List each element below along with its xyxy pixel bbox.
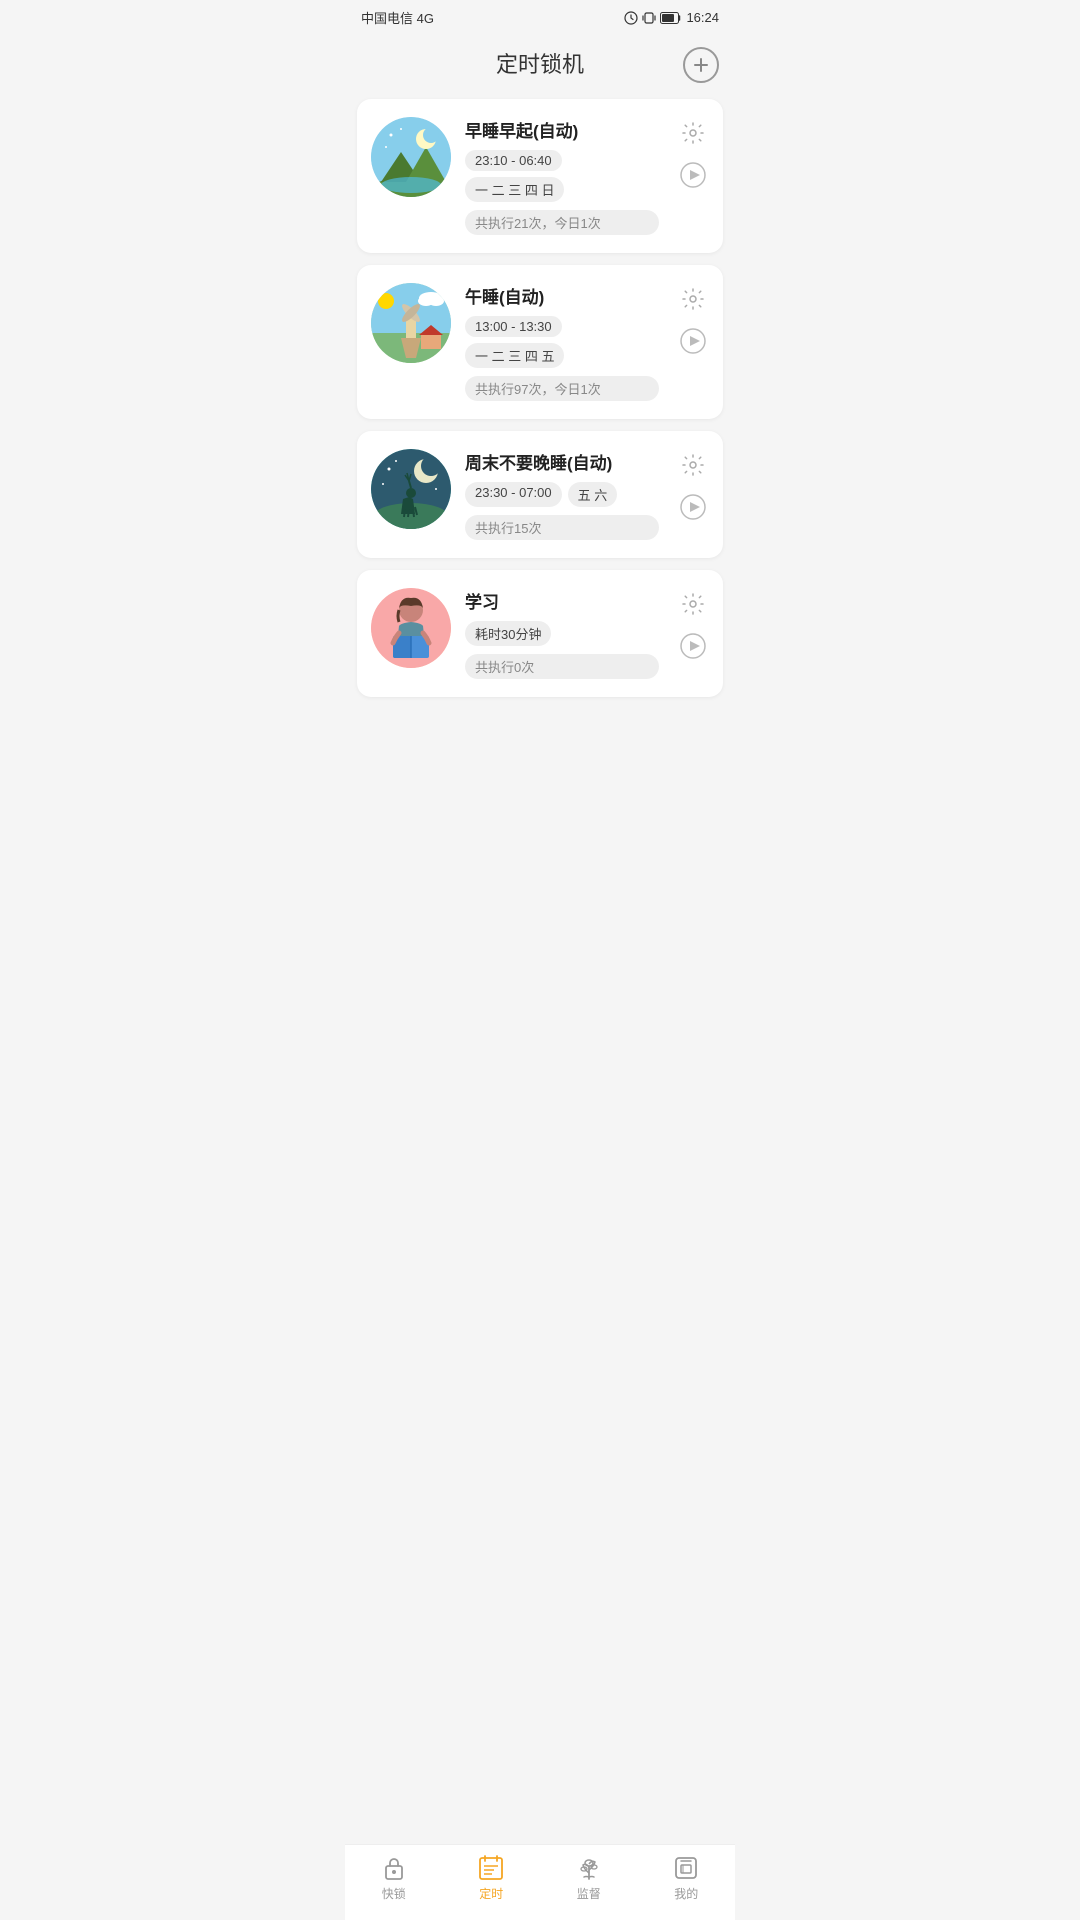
nav-timer-label: 定时	[479, 1885, 503, 1902]
cards-list: 早睡早起(自动) 23:10 - 06:40 一 二 三 四 日 共执行21次，…	[345, 99, 735, 697]
card-3-title: 周末不要晚睡(自动)	[465, 449, 659, 474]
card-3-avatar	[371, 449, 451, 529]
card-weekend: 周末不要晚睡(自动) 23:30 - 07:00 五 六 共执行15次	[357, 431, 723, 558]
nav-me-label: 我的	[674, 1885, 698, 1902]
card-3-content: 周末不要晚睡(自动) 23:30 - 07:00 五 六 共执行15次	[465, 449, 659, 540]
card-1-actions	[677, 117, 709, 191]
card-2-settings[interactable]	[677, 283, 709, 315]
battery-icon	[660, 12, 682, 24]
page-header: 定时锁机	[345, 31, 735, 99]
card-2-actions	[677, 283, 709, 357]
card-early-sleep: 早睡早起(自动) 23:10 - 06:40 一 二 三 四 日 共执行21次，…	[357, 99, 723, 253]
card-4-play[interactable]	[677, 630, 709, 662]
card-3-play[interactable]	[677, 491, 709, 523]
card-4-settings[interactable]	[677, 588, 709, 620]
card-1-stats: 共执行21次，今日1次	[465, 210, 659, 235]
card-nap: 午睡(自动) 13:00 - 13:30 一 二 三 四 五 共执行97次，今日…	[357, 265, 723, 419]
nav-lock-label: 快锁	[382, 1885, 406, 1902]
monitor-nav-icon	[576, 1855, 602, 1881]
card-2-title: 午睡(自动)	[465, 283, 659, 308]
card-4-avatar	[371, 588, 451, 668]
me-nav-icon	[673, 1855, 699, 1881]
plus-icon	[692, 56, 710, 74]
card-study: 学习 耗时30分钟 共执行0次	[357, 570, 723, 697]
card-1-avatar	[371, 117, 451, 197]
timer-nav-icon	[478, 1855, 504, 1881]
add-button[interactable]	[683, 47, 719, 83]
nav-item-me[interactable]: 我的	[656, 1855, 716, 1902]
card-4-actions	[677, 588, 709, 662]
card-1-time: 23:10 - 06:40	[465, 150, 562, 171]
card-2-avatar	[371, 283, 451, 363]
lock-nav-icon	[381, 1855, 407, 1881]
nav-item-timer[interactable]: 定时	[461, 1855, 521, 1902]
clock-icon	[624, 11, 638, 25]
card-1-play[interactable]	[677, 159, 709, 191]
card-1-title: 早睡早起(自动)	[465, 117, 659, 142]
card-1-settings[interactable]	[677, 117, 709, 149]
card-4-content: 学习 耗时30分钟 共执行0次	[465, 588, 659, 679]
status-right: 16:24	[624, 10, 719, 25]
card-4-stats: 共执行0次	[465, 654, 659, 679]
card-1-days: 一 二 三 四 日	[465, 177, 564, 202]
card-2-stats: 共执行97次，今日1次	[465, 376, 659, 401]
nav-monitor-label: 监督	[577, 1885, 601, 1902]
bottom-nav: 快锁 定时	[345, 1844, 735, 1920]
card-2-play[interactable]	[677, 325, 709, 357]
card-2-time: 13:00 - 13:30	[465, 316, 562, 337]
nav-item-lock[interactable]: 快锁	[364, 1855, 424, 1902]
card-3-tags: 23:30 - 07:00 五 六	[465, 482, 659, 507]
card-2-tags: 13:00 - 13:30 一 二 三 四 五	[465, 316, 659, 368]
card-4-title: 学习	[465, 588, 659, 613]
carrier-text: 中国电信 4G	[361, 8, 434, 27]
card-3-settings[interactable]	[677, 449, 709, 481]
card-4-tags: 耗时30分钟	[465, 621, 659, 646]
nav-item-monitor[interactable]: 监督	[559, 1855, 619, 1902]
main-content: 早睡早起(自动) 23:10 - 06:40 一 二 三 四 日 共执行21次，…	[345, 99, 735, 777]
card-1-tags: 23:10 - 06:40 一 二 三 四 日	[465, 150, 659, 202]
time-text: 16:24	[686, 10, 719, 25]
page-title: 定时锁机	[496, 47, 584, 79]
card-3-stats: 共执行15次	[465, 515, 659, 540]
card-3-time: 23:30 - 07:00	[465, 482, 562, 507]
vibrate-icon	[642, 11, 656, 25]
status-bar: 中国电信 4G 16:24	[345, 0, 735, 31]
card-3-days: 五 六	[568, 482, 618, 507]
card-2-content: 午睡(自动) 13:00 - 13:30 一 二 三 四 五 共执行97次，今日…	[465, 283, 659, 401]
card-4-duration: 耗时30分钟	[465, 621, 551, 646]
card-2-days: 一 二 三 四 五	[465, 343, 564, 368]
card-3-actions	[677, 449, 709, 523]
card-1-content: 早睡早起(自动) 23:10 - 06:40 一 二 三 四 日 共执行21次，…	[465, 117, 659, 235]
